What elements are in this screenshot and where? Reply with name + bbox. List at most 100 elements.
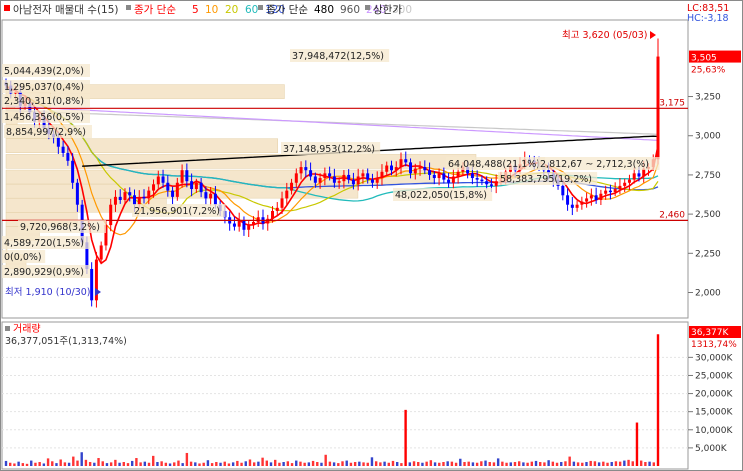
title-marker-icon [4, 5, 10, 11]
candle-body [251, 221, 255, 226]
volume-bar [72, 456, 75, 466]
candle-body [280, 198, 284, 208]
volume-bar [181, 463, 184, 466]
candle-body [475, 178, 479, 180]
volume-bar [152, 455, 155, 466]
volume-bar [560, 462, 563, 466]
candle-body [594, 195, 598, 200]
volume-bar [337, 463, 340, 466]
candle-body [118, 196, 122, 200]
candle-body [366, 173, 370, 180]
volume-badge-value: 36,377K [691, 328, 729, 338]
volume-bar [51, 461, 54, 466]
volume-bar [421, 462, 424, 466]
volume-bar [101, 461, 104, 466]
volume-bar [387, 462, 390, 466]
volume-bar [438, 462, 441, 466]
volume-bar [597, 462, 601, 466]
candle-body [413, 168, 417, 174]
hc-readout: HC:-3,18 [687, 13, 729, 24]
volume-bar [236, 460, 239, 466]
volume-bar [366, 462, 369, 466]
volume-bar [240, 462, 243, 466]
volume-bar [505, 462, 508, 466]
candle-body [632, 173, 636, 180]
ma-period-5: 5 [192, 4, 199, 16]
volume-bar [589, 460, 592, 466]
profile-label: 64,048,488(21,1%) [446, 157, 546, 170]
volume-bar [9, 462, 12, 466]
profile-label: 2,340,311(0,8%) [2, 94, 90, 107]
ma-period-20: 20 [225, 4, 238, 16]
volume-bar [84, 459, 88, 466]
volume-bar [303, 462, 306, 466]
candle-body [342, 174, 346, 182]
profile-label: 4,589,720(1,5%) [2, 236, 90, 249]
candle-body [347, 174, 351, 180]
volume-bar [585, 462, 588, 466]
ma-period-480: 480 [314, 4, 334, 16]
volume-bar [345, 460, 348, 466]
volume-bar [463, 462, 466, 466]
volume-bar [635, 422, 639, 466]
volume-bar [194, 462, 197, 466]
volume-bar [374, 461, 378, 466]
volume-bar [147, 462, 151, 466]
volume-bar [644, 462, 647, 466]
volume-marker-icon [5, 326, 10, 331]
volume-bar [295, 460, 298, 466]
limit-label[interactable]: 상한가 [373, 4, 402, 16]
volume-bar [324, 454, 327, 466]
candle-body [190, 181, 194, 190]
profile-label: 1,295,037(0,4%) [2, 80, 90, 93]
candle-body [385, 165, 389, 172]
candle-body [185, 170, 189, 182]
volume-bar [67, 462, 71, 466]
volume-bar [177, 460, 180, 466]
volume-bar [480, 461, 483, 466]
volume-bar [189, 461, 193, 466]
candle-body [132, 195, 136, 205]
volume-bar [156, 462, 159, 466]
candle-body [561, 185, 565, 196]
volume-bar [307, 462, 311, 466]
profile-label-text: 58,383,795(19,2%) [500, 174, 592, 185]
volume-bar [652, 462, 655, 466]
volume-bar [501, 461, 504, 466]
profile-label-text: 21,956,901(7,2%) [134, 206, 220, 217]
candle-body [204, 192, 208, 199]
profile-label-text: 1,456,356(0,5%) [4, 112, 84, 123]
candle-body [580, 201, 584, 205]
ma-group-a-label[interactable]: 종가 단순 [134, 4, 176, 16]
volume-bar [202, 462, 205, 466]
volume-bar [425, 461, 428, 466]
volume-bar [459, 458, 462, 466]
volume-bar [219, 462, 222, 466]
profile-label-text: 1,295,037(0,4%) [4, 82, 84, 93]
price-tick-label: 2,750 [695, 171, 721, 181]
candle-body [589, 195, 593, 199]
candle-body [123, 192, 127, 200]
volume-bar [63, 462, 67, 466]
candle-body [290, 182, 294, 191]
volume-bar [454, 462, 458, 466]
candle-body [442, 173, 446, 180]
volume-bar [105, 463, 109, 466]
volume-bar [568, 456, 571, 466]
volume-bar [114, 459, 117, 466]
ma-group-b-label[interactable]: 종가 단순 [266, 4, 308, 16]
candle-body [147, 190, 151, 199]
profile-label-text: 37,948,472(12,5%) [292, 51, 384, 62]
volume-bar [223, 461, 226, 466]
volume-bar [135, 458, 138, 466]
volume-bar [38, 462, 41, 466]
high-annotation: 최고 3,620 (05/03) [562, 30, 648, 41]
profile-label-text: 37,148,953(12,2%) [283, 144, 375, 155]
profile-label: 1,456,356(0,5%) [2, 110, 90, 123]
volume-bar [320, 462, 323, 466]
volume-bar [648, 461, 651, 466]
volume-bar [639, 460, 643, 466]
profile-label-text: 9,720,968(3,2%) [20, 222, 100, 233]
volume-bar [274, 459, 277, 466]
candle-body [637, 173, 641, 177]
